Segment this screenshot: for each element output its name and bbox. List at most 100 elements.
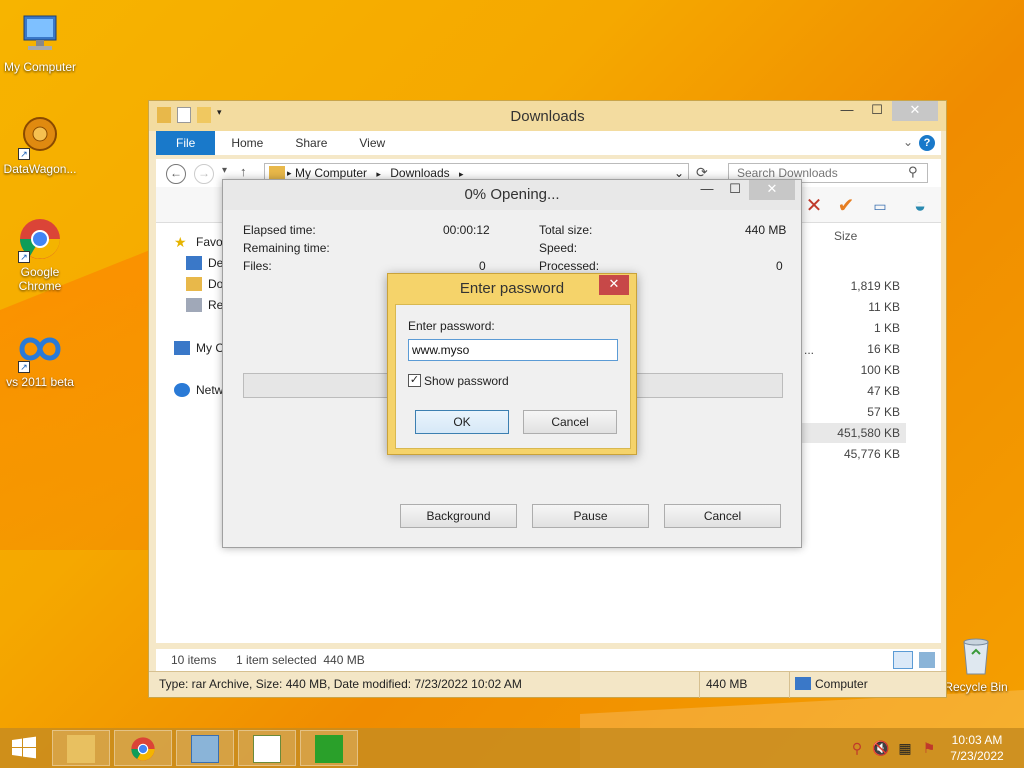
background-button[interactable]: Background — [400, 504, 517, 528]
desktop-icon-datawagon[interactable]: ↗ DataWagon... — [0, 112, 80, 176]
cancel-button[interactable]: Cancel — [664, 504, 781, 528]
total-size-value: 440 MB — [745, 223, 787, 237]
tab-home[interactable]: Home — [215, 131, 279, 155]
password-dialog: Enter password ✕ Enter password: ✓ Show … — [387, 273, 637, 455]
details-size: 440 MB — [706, 677, 748, 691]
file-size-cell: 100 KB — [860, 363, 900, 377]
shortcut-arrow-icon: ↗ — [18, 251, 30, 263]
size-column-header[interactable]: Size — [834, 229, 857, 243]
computer-icon — [16, 10, 64, 58]
divider — [699, 672, 700, 698]
desktop-icon-vs-2011-beta[interactable]: ↗ vs 2011 beta — [0, 325, 80, 389]
password-input[interactable] — [408, 339, 618, 361]
maximize-button[interactable]: ☐ — [721, 180, 749, 200]
nav-favorites[interactable]: ★ Favo — [174, 235, 223, 249]
start-button[interactable] — [10, 736, 38, 760]
file-size-cell: 11 KB — [868, 300, 900, 314]
delete-icon[interactable]: ✕ — [803, 195, 825, 217]
search-icon[interactable]: ⚲ — [908, 164, 918, 180]
minimize-button[interactable]: — — [832, 101, 862, 121]
help-icon[interactable]: ? — [919, 135, 935, 151]
details-bar: Type: rar Archive, Size: 440 MB, Date mo… — [149, 671, 946, 698]
show-password-checkbox[interactable]: ✓ — [408, 374, 421, 387]
checkmark-icon[interactable]: ✔ — [835, 195, 857, 217]
nav-downloads[interactable]: Do — [186, 277, 223, 291]
show-password-label[interactable]: Show password — [424, 374, 509, 388]
total-size-label: Total size: — [539, 223, 593, 237]
minimize-button[interactable]: — — [693, 180, 721, 200]
close-button[interactable]: ✕ — [892, 101, 938, 121]
recent-places-icon — [186, 298, 202, 312]
shell-icon[interactable]: ◒ — [909, 195, 931, 217]
nav-label: Netw — [196, 383, 224, 397]
desktop-icon-label: vs 2011 beta — [6, 375, 74, 389]
nav-recent[interactable]: Re — [186, 298, 223, 312]
breadcrumb-separator-icon: ▸ — [458, 169, 464, 179]
desktop-icon-recycle-bin[interactable]: Recycle Bin — [936, 630, 1016, 694]
search-icon[interactable]: ⚲ — [848, 739, 866, 757]
status-selection: 1 item selected 440 MB — [236, 653, 365, 667]
details-view-icon[interactable] — [893, 651, 913, 669]
tab-view[interactable]: View — [343, 131, 401, 155]
desktop-icon-label: DataWagon... — [3, 162, 77, 176]
taskbar-clock[interactable]: 10:03 AM 7/23/2022 — [942, 732, 1012, 764]
nav-network[interactable]: Netw — [174, 383, 223, 397]
forward-button[interactable]: → — [194, 164, 214, 184]
cancel-button[interactable]: Cancel — [523, 410, 617, 434]
speed-label: Speed: — [539, 241, 578, 255]
desktop-icon-google-chrome[interactable]: ↗ Google Chrome — [0, 215, 80, 293]
nav-label: Favo — [196, 235, 223, 249]
file-size-cell: 1 KB — [873, 321, 900, 335]
clock-time: 10:03 AM — [951, 733, 1003, 747]
chevron-down-icon[interactable]: ⌄ — [903, 135, 913, 149]
taskbar-file-explorer[interactable] — [52, 730, 110, 766]
properties-icon[interactable]: ▭ — [869, 195, 891, 217]
desktop-icon — [186, 256, 202, 270]
store-icon — [315, 735, 343, 763]
action-center-icon[interactable]: ⚑ — [920, 739, 938, 757]
taskbar-control-panel[interactable] — [176, 730, 234, 766]
password-label: Enter password: — [408, 319, 495, 333]
windows-logo-icon — [12, 736, 36, 759]
explorer-title-bar: ▾ Downloads — ☐ ✕ — [149, 101, 946, 131]
network-icon[interactable]: ▦ — [896, 739, 914, 757]
recent-locations-icon[interactable]: ▾ — [222, 165, 227, 176]
taskbar-editor[interactable] — [238, 730, 296, 766]
taskbar-store[interactable] — [300, 730, 358, 766]
nav-my-computer[interactable]: My C — [174, 341, 224, 355]
desktop-icon-my-computer[interactable]: My Computer — [0, 10, 80, 74]
up-arrow-icon[interactable]: ↑ — [240, 164, 247, 179]
nav-desktop[interactable]: De — [186, 256, 223, 270]
taskbar-chrome[interactable] — [114, 730, 172, 766]
ok-button[interactable]: OK — [415, 410, 509, 434]
tab-file[interactable]: File — [156, 131, 216, 155]
desktop-icon-label: My Computer — [3, 60, 77, 74]
file-size-cell: 47 KB — [867, 384, 900, 398]
maximize-button[interactable]: ☐ — [862, 101, 892, 121]
computer-icon — [795, 677, 811, 690]
wallpaper-shape — [0, 250, 150, 550]
datawagon-icon: ↗ — [16, 112, 64, 160]
file-size-cell: 451,580 KB — [837, 426, 900, 440]
downloads-folder-icon — [186, 277, 202, 291]
volume-muted-icon[interactable]: 🔇 — [872, 739, 890, 757]
file-size-cell: 45,776 KB — [843, 447, 900, 461]
shortcut-arrow-icon: ↗ — [18, 148, 30, 160]
chrome-icon: ↗ — [16, 215, 64, 263]
password-dialog-body: Enter password: ✓ Show password OK Cance… — [395, 304, 631, 449]
file-size-cell: 16 KB — [867, 342, 900, 356]
pause-button[interactable]: Pause — [532, 504, 649, 528]
close-button[interactable]: ✕ — [599, 275, 629, 295]
chrome-icon — [131, 737, 155, 761]
processed-label: Processed: — [539, 259, 600, 273]
large-icons-view-icon[interactable] — [919, 652, 935, 668]
remaining-time-label: Remaining time: — [243, 241, 330, 255]
close-button[interactable]: ✕ — [749, 180, 795, 200]
divider — [789, 672, 790, 698]
editor-icon — [253, 735, 281, 763]
breadcrumb-downloads[interactable]: Downloads — [390, 166, 449, 180]
ribbon-tabs: File Home Share View ⌄ ? — [156, 131, 941, 155]
tab-share[interactable]: Share — [279, 131, 343, 155]
back-button[interactable]: ← — [166, 164, 186, 184]
breadcrumb-my-computer[interactable]: My Computer — [295, 166, 367, 180]
